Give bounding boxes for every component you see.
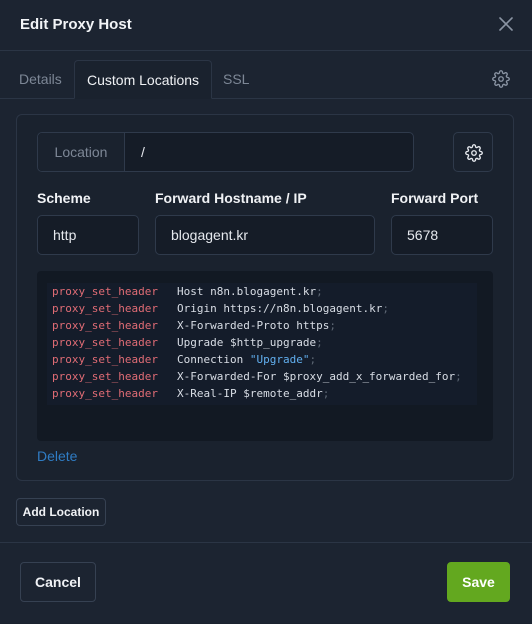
delete-location-link[interactable]: Delete [37,448,77,464]
tab-ssl[interactable]: SSL [223,60,249,98]
config-directive: proxy_set_header [52,319,158,332]
config-header-name: Connection [177,353,244,366]
config-directive: proxy_set_header [52,336,158,349]
location-prefix: Location [38,133,125,171]
advanced-config-editor[interactable]: proxy_set_header Host n8n.blogagent.kr; pr… [37,271,493,441]
modal-header: Edit Proxy Host [0,0,532,51]
config-directive: proxy_set_header [52,370,158,383]
location-input-group: Location [37,132,414,172]
config-line: proxy_set_header Connection "Upgrade"; [52,353,317,366]
config-directive: proxy_set_header [52,387,158,400]
forward-hostname-label: Forward Hostname / IP [155,190,307,206]
config-header-name: X-Forwarded-Proto [177,319,290,332]
config-line: proxy_set_header Upgrade $http_upgrade; [52,336,323,349]
config-header-value: $proxy_add_x_forwarded_for [282,370,456,383]
config-line: proxy_set_header X-Real-IP $remote_addr; [52,387,330,400]
modal-footer: Cancel Save [0,542,532,624]
gear-icon [465,144,483,162]
location-path-input[interactable] [125,133,411,171]
config-header-value: "Upgrade" [249,353,310,366]
close-icon[interactable] [498,16,514,32]
config-directive: proxy_set_header [52,353,158,366]
tab-bar: Details Custom Locations SSL [0,60,532,99]
config-header-value: $remote_addr [243,387,323,400]
save-button[interactable]: Save [447,562,510,602]
forward-hostname-input[interactable] [155,215,375,255]
config-directive: proxy_set_header [52,302,158,315]
forward-port-label: Forward Port [391,190,479,206]
config-header-name: Host [177,285,204,298]
gear-icon[interactable] [492,70,510,88]
location-card: Location Scheme Forward Hostname / IP Fo… [16,114,514,481]
tab-details[interactable]: Details [19,60,62,98]
config-header-name: X-Forwarded-For [177,370,277,383]
config-header-name: Origin [177,302,217,315]
config-header-name: Upgrade [177,336,224,349]
location-settings-button[interactable] [453,132,493,172]
scheme-label: Scheme [37,190,91,206]
add-location-button[interactable]: Add Location [16,498,106,526]
config-header-name: X-Real-IP [177,387,237,400]
forward-port-input[interactable] [391,215,493,255]
config-directive: proxy_set_header [52,285,158,298]
config-header-value: n8n.blogagent.kr [210,285,317,298]
config-line: proxy_set_header X-Forwarded-Proto https; [52,319,336,332]
config-header-value: https [296,319,330,332]
config-line: proxy_set_header Host n8n.blogagent.kr; [52,285,323,298]
config-code-block[interactable]: proxy_set_header Host n8n.blogagent.kr; pr… [47,283,477,405]
edit-proxy-host-modal: Edit Proxy Host Details Custom Locations… [0,0,532,623]
scheme-input[interactable] [37,215,139,255]
config-line: proxy_set_header X-Forwarded-For $proxy_a… [52,370,462,383]
modal-title: Edit Proxy Host [20,16,132,33]
config-header-value: $http_upgrade [229,336,317,349]
cancel-button[interactable]: Cancel [20,562,96,602]
config-line: proxy_set_header Origin https://n8n.bloga… [52,302,389,315]
config-header-value: https://n8n.blogagent.kr [223,302,383,315]
tab-custom-locations[interactable]: Custom Locations [74,60,213,99]
